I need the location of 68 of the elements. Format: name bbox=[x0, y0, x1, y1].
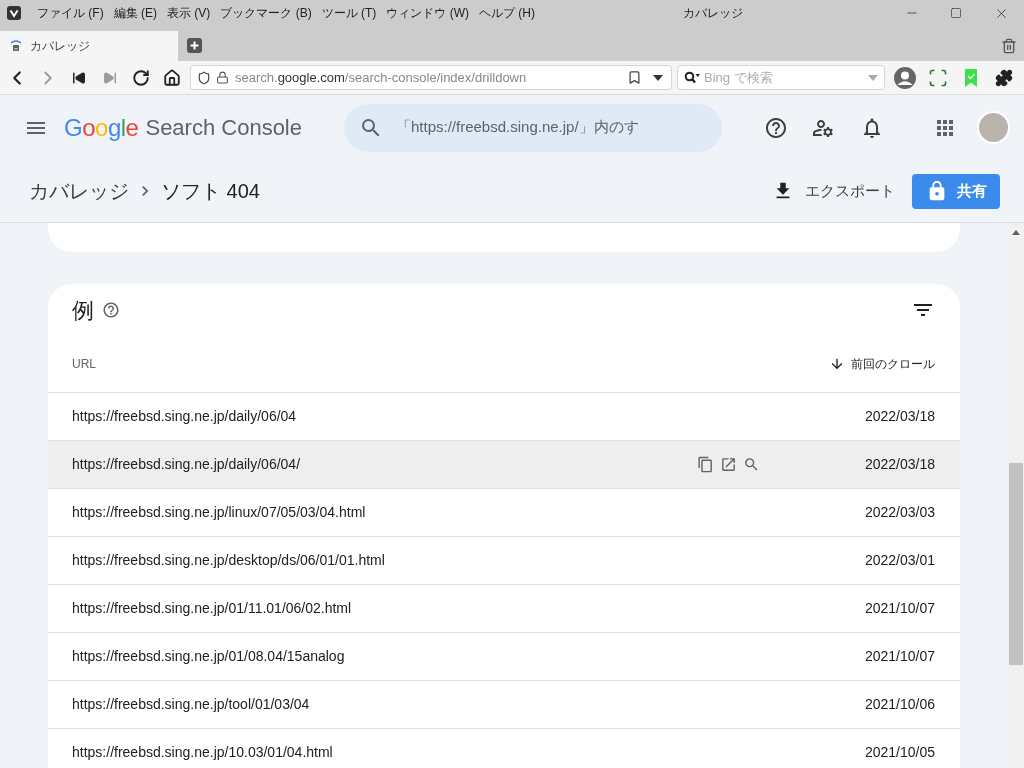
url-cell-text: https://freebsd.sing.ne.jp/desktop/ds/06/01/01.html bbox=[72, 551, 385, 570]
browser-logo-icon[interactable] bbox=[7, 6, 21, 20]
date-cell-text: 2022/03/18 bbox=[863, 407, 935, 426]
date-cell-text: 2022/03/01 bbox=[863, 551, 935, 570]
menu-item[interactable]: ツール (T) bbox=[321, 4, 377, 22]
lock-icon[interactable] bbox=[216, 71, 229, 84]
extensions-icon[interactable] bbox=[995, 68, 1013, 87]
url-cell-text: https://freebsd.sing.ne.jp/01/08.04/15analog bbox=[72, 647, 345, 666]
search-engine-icon[interactable] bbox=[684, 70, 700, 85]
menu-item[interactable]: ウィンドウ (W) bbox=[386, 4, 469, 22]
search-input[interactable]: 「https://freebsd.sing.ne.jp/」内のす bbox=[396, 116, 706, 139]
dropdown-icon[interactable] bbox=[653, 74, 663, 81]
date-cell-text: 2021/10/07 bbox=[863, 647, 935, 666]
column-header[interactable]: URL bbox=[72, 355, 96, 373]
url-text: search.google.com/search-console/index/drilldown bbox=[235, 68, 527, 87]
sort-descending-icon bbox=[829, 356, 845, 372]
web-search-input[interactable]: Bing で検索 bbox=[704, 67, 854, 88]
shield-icon[interactable] bbox=[197, 70, 211, 85]
scroll-up-icon[interactable] bbox=[1012, 230, 1020, 235]
help-icon[interactable] bbox=[764, 115, 788, 140]
date-cell-text: 2021/10/06 bbox=[863, 695, 935, 714]
tab-title: カバレッジ bbox=[30, 38, 90, 55]
page-title: ソフト 404 bbox=[161, 179, 260, 204]
favicon-icon bbox=[10, 40, 22, 52]
date-cell-text: 2022/03/18 bbox=[863, 455, 935, 474]
menu-item[interactable]: 編集 (E) bbox=[113, 4, 157, 22]
open-external-icon[interactable] bbox=[720, 456, 737, 473]
url-cell-text: https://freebsd.sing.ne.jp/daily/06/04 bbox=[72, 407, 297, 426]
google-logo[interactable]: Google bbox=[64, 109, 139, 146]
rewind-icon[interactable] bbox=[72, 70, 86, 85]
reload-icon[interactable] bbox=[132, 68, 150, 87]
menu-item[interactable]: ブックマーク (B) bbox=[220, 4, 312, 22]
new-tab-icon[interactable] bbox=[187, 38, 202, 53]
trash-icon[interactable] bbox=[1001, 37, 1017, 54]
copy-icon[interactable] bbox=[697, 456, 714, 473]
search-field[interactable]: 「https://freebsd.sing.ne.jp/」内のす bbox=[344, 103, 722, 152]
bookmark-icon[interactable] bbox=[627, 70, 642, 85]
url-cell-text: https://freebsd.sing.ne.jp/01/11.01/06/02.html bbox=[72, 599, 352, 618]
url-cell-text: https://freebsd.sing.ne.jp/10.03/01/04.html bbox=[72, 743, 333, 762]
scrollbar[interactable] bbox=[1008, 223, 1024, 768]
date-cell-text: 2022/03/03 bbox=[863, 503, 935, 522]
breadcrumb-link[interactable]: カバレッジ bbox=[29, 176, 129, 206]
column-header[interactable]: 前回のクロール bbox=[829, 355, 935, 373]
search-icon[interactable] bbox=[743, 456, 760, 473]
maximize-icon[interactable] bbox=[950, 7, 962, 19]
address-field[interactable]: search.google.com/search-console/index/drilldown bbox=[190, 65, 672, 90]
scrollbar-thumb[interactable] bbox=[1009, 463, 1023, 665]
url-cell-text: https://freebsd.sing.ne.jp/tool/01/03/04 bbox=[72, 695, 310, 714]
bookmark-check-icon[interactable] bbox=[965, 68, 977, 87]
table-row[interactable]: https://freebsd.sing.ne.jp/daily/06/04/ 2022/03/18 bbox=[48, 441, 960, 489]
product-name: Search Console bbox=[145, 114, 302, 142]
url-cell-text: https://freebsd.sing.ne.jp/linux/07/05/03/04.html bbox=[72, 503, 366, 522]
date-cell-text: 2021/10/05 bbox=[863, 743, 935, 762]
card-title: 例 bbox=[72, 296, 94, 325]
profile-icon[interactable] bbox=[894, 66, 916, 89]
fast-forward-icon[interactable] bbox=[103, 70, 117, 85]
window-title: カバレッジ bbox=[682, 5, 743, 22]
web-search-field[interactable]: Bing で検索 bbox=[677, 65, 885, 90]
home-icon[interactable] bbox=[163, 68, 181, 87]
date-cell-text: 2021/10/07 bbox=[863, 599, 935, 618]
capture-icon[interactable] bbox=[928, 67, 948, 88]
browser-tab[interactable]: カバレッジ bbox=[0, 31, 178, 61]
menu-item[interactable]: ファイル (F) bbox=[37, 4, 104, 22]
export-button[interactable]: エクスポート bbox=[764, 173, 903, 209]
help-icon[interactable] bbox=[102, 301, 120, 319]
menu-item[interactable]: 表示 (V) bbox=[167, 4, 211, 22]
url-cell-text: https://freebsd.sing.ne.jp/daily/06/04/ bbox=[72, 455, 301, 474]
menu-item[interactable]: ヘルプ (H) bbox=[479, 4, 535, 22]
